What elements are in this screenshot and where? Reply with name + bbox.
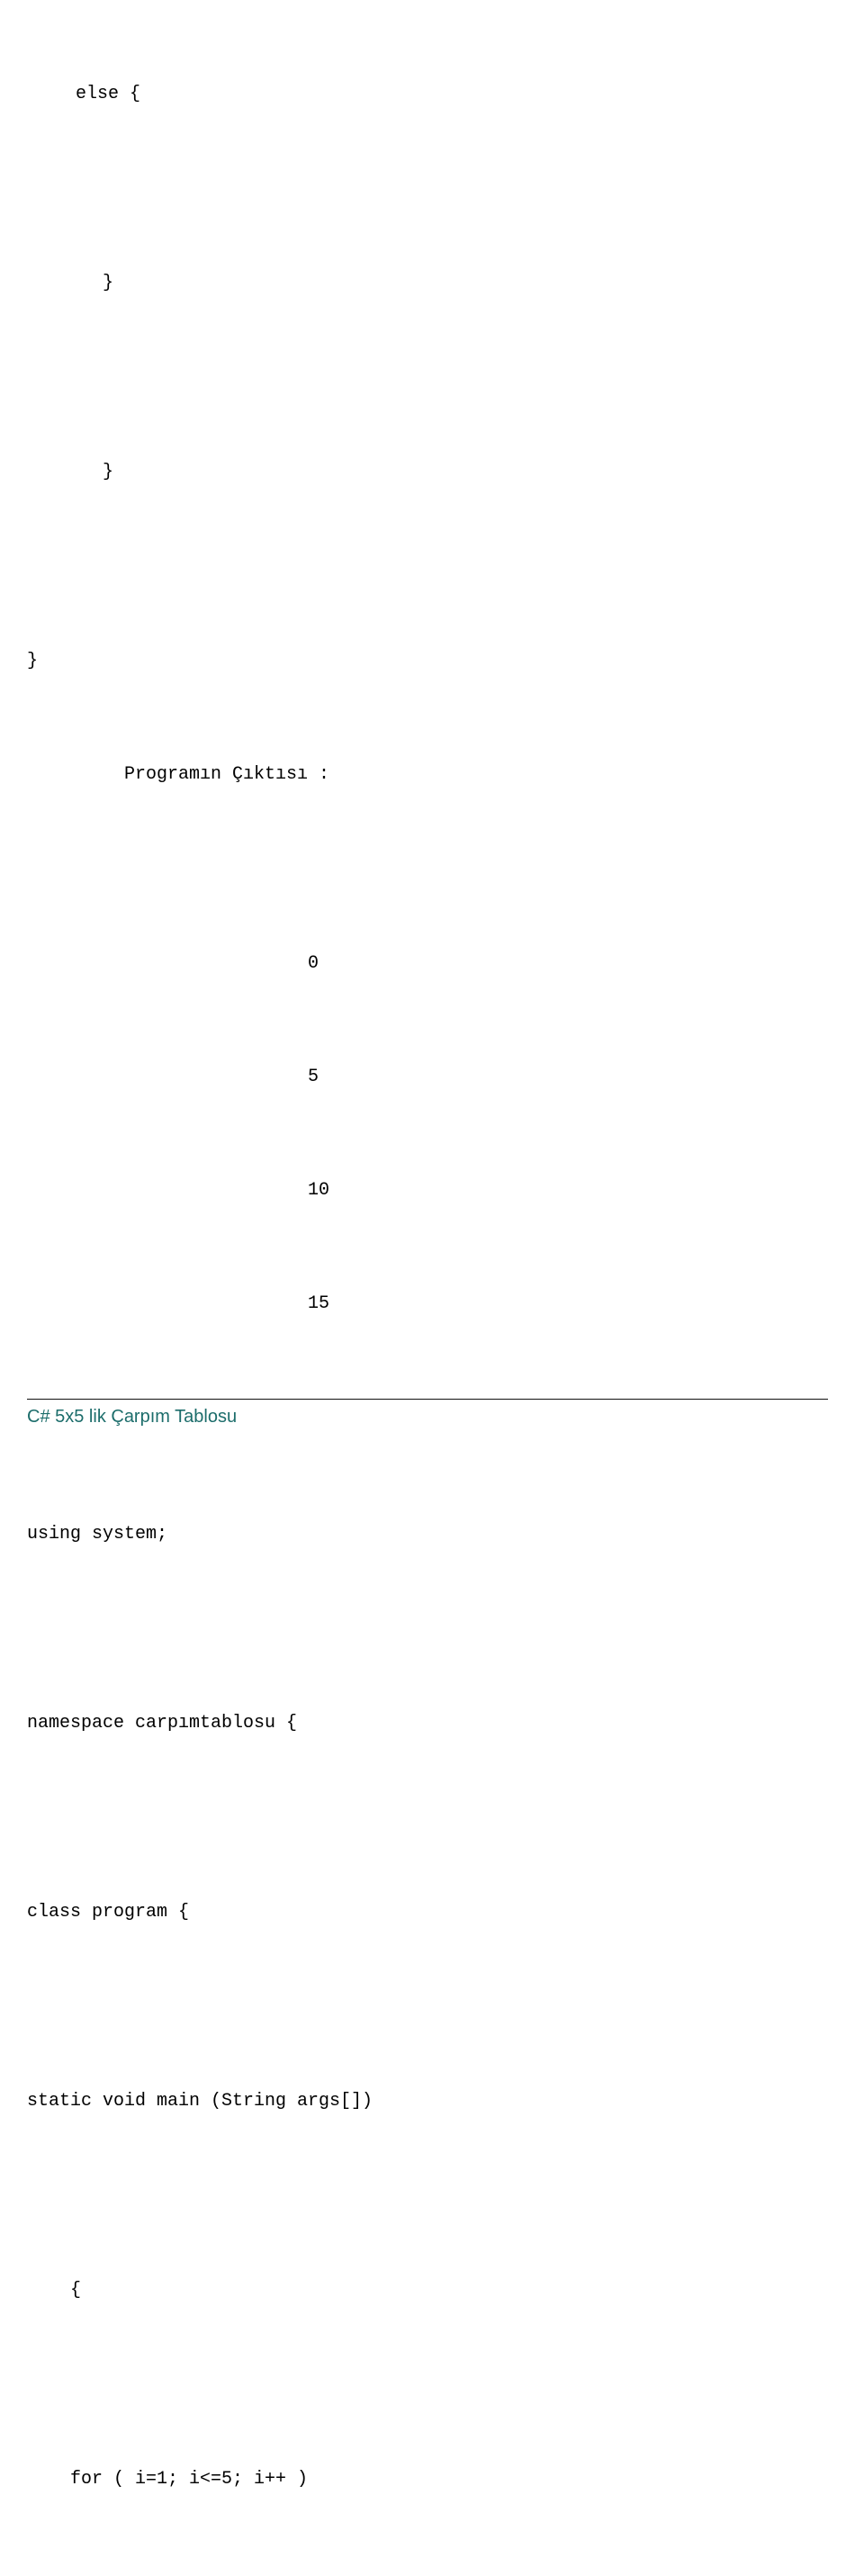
code-brace: } bbox=[27, 643, 828, 680]
output-label: Programın Çıktısı : bbox=[27, 756, 828, 794]
divider bbox=[27, 1399, 828, 1400]
code-segment-top: else { } } } Programın Çıktısı : 0 5 10 … bbox=[27, 0, 828, 1399]
output-line: 10 bbox=[27, 1172, 828, 1210]
code-brace: } bbox=[27, 265, 828, 302]
code-line: else { bbox=[27, 76, 828, 113]
section-heading-multiplication: C# 5x5 lik Çarpım Tablosu bbox=[27, 1407, 828, 1428]
code-line: class program { bbox=[27, 1894, 828, 1932]
code-line: using system; bbox=[27, 1516, 828, 1554]
output-line: 0 bbox=[27, 945, 828, 983]
code-segment-multiplication: using system; namespace carpımtablosu { … bbox=[27, 1440, 828, 2576]
code-line: for ( i=1; i<=5; i++ ) bbox=[27, 2461, 828, 2499]
code-line: { bbox=[27, 2272, 828, 2310]
output-line: 5 bbox=[27, 1058, 828, 1096]
code-brace: } bbox=[27, 454, 828, 491]
code-line: namespace carpımtablosu { bbox=[27, 1705, 828, 1743]
code-line: static void main (String args[]) bbox=[27, 2083, 828, 2121]
output-line: 15 bbox=[27, 1285, 828, 1323]
